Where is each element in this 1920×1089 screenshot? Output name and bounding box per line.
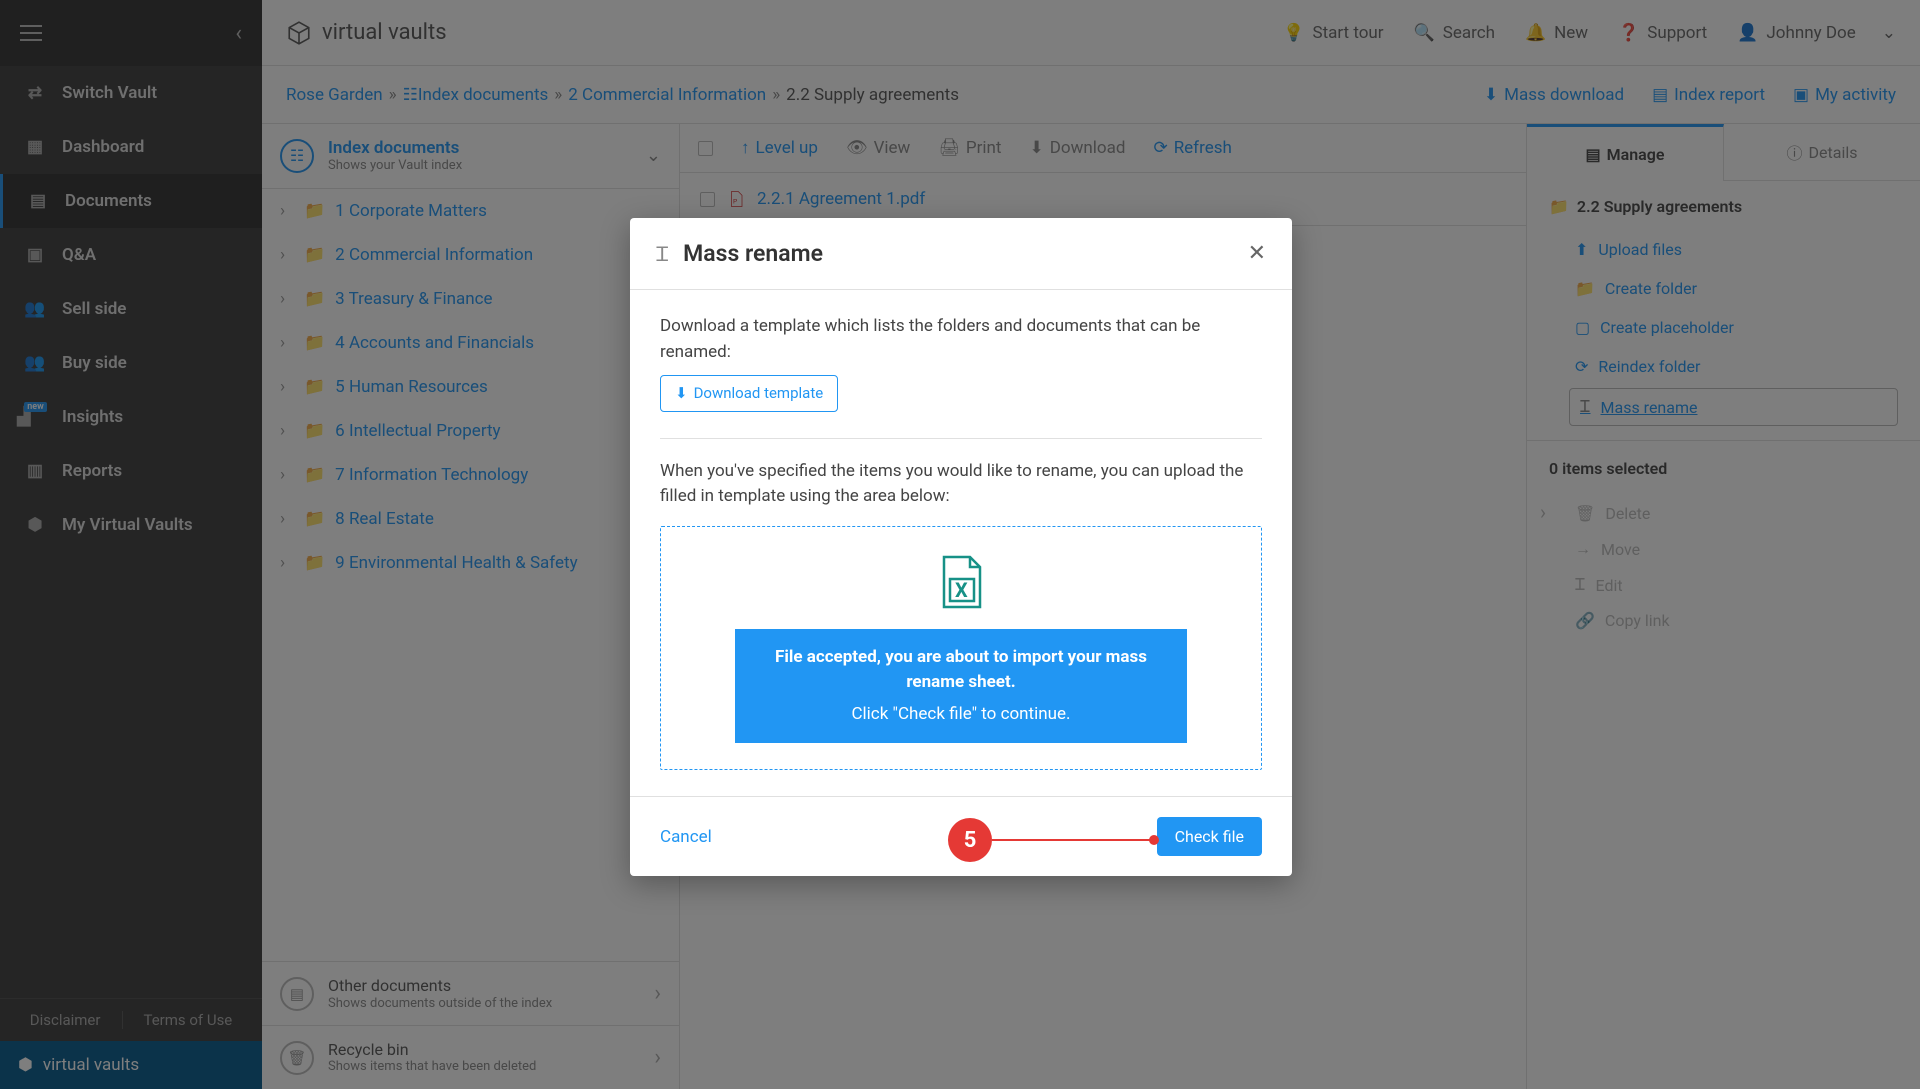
svg-text:X: X <box>955 578 968 602</box>
modal-header: Ꮖ Mass rename ✕ <box>630 218 1292 290</box>
download-icon: ⬇ <box>675 382 688 405</box>
modal-desc-2: When you've specified the items you woul… <box>660 459 1262 510</box>
excel-file-icon: X <box>936 553 986 611</box>
annotation-step-5: 5 <box>948 818 1158 862</box>
modal-desc-1: Download a template which lists the fold… <box>660 314 1262 365</box>
mass-rename-modal: Ꮖ Mass rename ✕ Download a template whic… <box>630 218 1292 876</box>
cancel-button[interactable]: Cancel <box>660 827 712 847</box>
accepted-line-2: Click "Check file" to continue. <box>759 702 1163 728</box>
callout-line <box>992 839 1158 841</box>
accepted-line-1: File accepted, you are about to import y… <box>775 647 1147 693</box>
file-accepted-message: File accepted, you are about to import y… <box>735 629 1187 744</box>
step-bubble: 5 <box>948 818 992 862</box>
modal-title: Mass rename <box>683 240 823 267</box>
check-file-button[interactable]: Check file <box>1157 817 1262 856</box>
modal-body: Download a template which lists the fold… <box>630 290 1292 796</box>
divider <box>660 438 1262 439</box>
close-icon[interactable]: ✕ <box>1248 241 1266 266</box>
download-template-button[interactable]: ⬇ Download template <box>660 375 838 412</box>
text-cursor-icon: Ꮖ <box>656 242 669 266</box>
upload-dropzone[interactable]: X File accepted, you are about to import… <box>660 526 1262 771</box>
